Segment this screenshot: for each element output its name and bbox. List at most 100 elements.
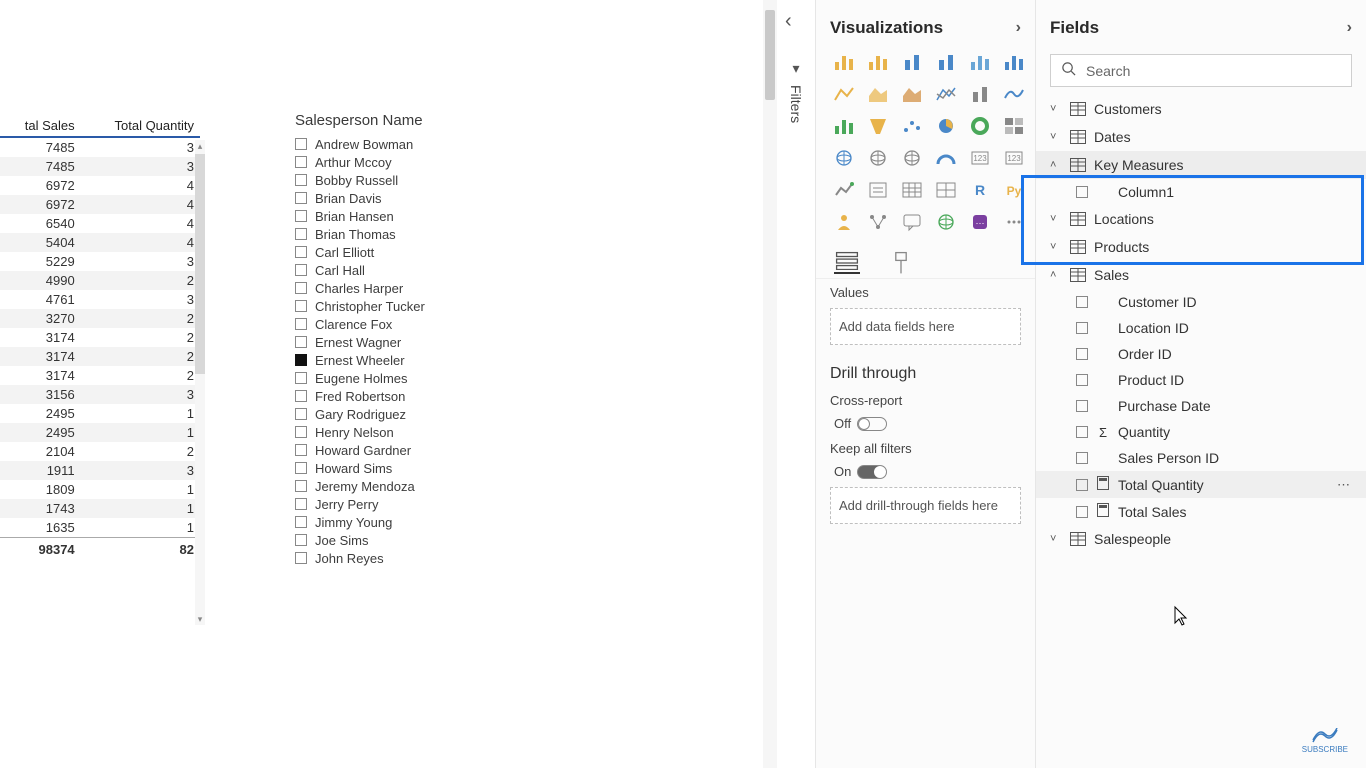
viz-waterfall-icon[interactable] xyxy=(830,114,858,138)
slicer-item[interactable]: Jimmy Young xyxy=(295,513,475,531)
slicer-item[interactable]: Ernest Wagner xyxy=(295,333,475,351)
table-row[interactable]: 47613 xyxy=(0,290,200,309)
field-more-icon[interactable]: ⋯ xyxy=(1337,477,1350,493)
filters-collapse-chevron-icon[interactable]: ‹ xyxy=(785,10,792,33)
slicer-checkbox[interactable] xyxy=(295,354,307,366)
field-table-key-measures[interactable]: ˄Key Measures xyxy=(1036,151,1366,179)
slicer-checkbox[interactable] xyxy=(295,444,307,456)
slicer-item[interactable]: Eugene Holmes xyxy=(295,369,475,387)
slicer-item[interactable]: Howard Gardner xyxy=(295,441,475,459)
viz-line-icon[interactable] xyxy=(830,82,858,106)
table-row[interactable]: 16351 xyxy=(0,518,200,538)
slicer-item[interactable]: Andrew Bowman xyxy=(295,135,475,153)
field-checkbox[interactable] xyxy=(1076,506,1088,518)
viz-donut-icon[interactable] xyxy=(966,114,994,138)
table-scrollbar[interactable]: ▴ ▾ xyxy=(195,140,205,625)
slicer-item[interactable]: Gary Rodriguez xyxy=(295,405,475,423)
chevron-down-icon[interactable]: ˅ xyxy=(1050,241,1062,253)
chevron-up-icon[interactable]: ˄ xyxy=(1050,269,1062,281)
slicer-item[interactable]: Brian Hansen xyxy=(295,207,475,225)
slicer-item[interactable]: Jerry Perry xyxy=(295,495,475,513)
field-item[interactable]: Sales Person ID xyxy=(1036,445,1366,471)
slicer-item[interactable]: Arthur Mccoy xyxy=(295,153,475,171)
viz-ellipsis-icon[interactable] xyxy=(1000,210,1028,234)
slicer-checkbox[interactable] xyxy=(295,192,307,204)
scroll-thumb[interactable] xyxy=(195,154,205,374)
table-row[interactable]: 49902 xyxy=(0,271,200,290)
field-table-sales[interactable]: ˄Sales xyxy=(1036,261,1366,289)
canvas-scrollbar[interactable] xyxy=(763,0,777,768)
table-row[interactable]: 24951 xyxy=(0,423,200,442)
chevron-up-icon[interactable]: ˄ xyxy=(1050,159,1062,171)
viz-clustered-col-icon[interactable] xyxy=(898,50,926,74)
viz-bars-100-icon[interactable] xyxy=(1000,50,1028,74)
table-row[interactable]: 74853 xyxy=(0,137,200,157)
field-table-dates[interactable]: ˅Dates xyxy=(1036,123,1366,151)
slicer-checkbox[interactable] xyxy=(295,372,307,384)
table-row[interactable]: 54044 xyxy=(0,233,200,252)
slicer-checkbox[interactable] xyxy=(295,534,307,546)
keep-filters-toggle[interactable] xyxy=(857,465,887,479)
table-row[interactable]: 69724 xyxy=(0,176,200,195)
slicer-item[interactable]: Christopher Tucker xyxy=(295,297,475,315)
table-row[interactable]: 31742 xyxy=(0,347,200,366)
slicer-item[interactable]: Jeremy Mendoza xyxy=(295,477,475,495)
field-table-customers[interactable]: ˅Customers xyxy=(1036,95,1366,123)
cross-report-toggle[interactable] xyxy=(857,417,887,431)
table-row[interactable]: 31563 xyxy=(0,385,200,404)
field-checkbox[interactable] xyxy=(1076,452,1088,464)
slicer-checkbox[interactable] xyxy=(295,408,307,420)
format-subtab-icon[interactable] xyxy=(888,252,914,274)
slicer-item[interactable]: Charles Harper xyxy=(295,279,475,297)
filters-pane-collapsed[interactable]: ▾ Filters xyxy=(782,60,810,200)
field-checkbox[interactable] xyxy=(1076,374,1088,386)
viz-key-infl-icon[interactable] xyxy=(830,210,858,234)
viz-stacked-bar-h-icon[interactable] xyxy=(864,50,892,74)
field-item[interactable]: Product ID xyxy=(1036,367,1366,393)
viz-stacked-bar-icon[interactable] xyxy=(830,50,858,74)
viz-kpi-icon[interactable] xyxy=(830,178,858,202)
viz-multi-card-icon[interactable]: 123 xyxy=(1000,146,1028,170)
field-checkbox[interactable] xyxy=(1076,348,1088,360)
viz-area-icon[interactable] xyxy=(864,82,892,106)
slicer-item[interactable]: Clarence Fox xyxy=(295,315,475,333)
field-checkbox[interactable] xyxy=(1076,186,1088,198)
table-header-sales[interactable]: tal Sales xyxy=(0,115,81,137)
viz-r-visual-icon[interactable]: R xyxy=(966,178,994,202)
table-row[interactable]: 74853 xyxy=(0,157,200,176)
slicer-checkbox[interactable] xyxy=(295,462,307,474)
field-checkbox[interactable] xyxy=(1076,322,1088,334)
viz-combo-icon[interactable] xyxy=(966,82,994,106)
fields-subtab-icon[interactable] xyxy=(834,252,860,274)
chevron-down-icon[interactable]: ˅ xyxy=(1050,533,1062,545)
table-row[interactable]: 17431 xyxy=(0,499,200,518)
slicer-item[interactable]: Brian Davis xyxy=(295,189,475,207)
slicer-item[interactable]: Joe Sims xyxy=(295,531,475,549)
viz-pie-icon[interactable] xyxy=(932,114,960,138)
table-row[interactable]: 21042 xyxy=(0,442,200,461)
slicer-checkbox[interactable] xyxy=(295,210,307,222)
table-row[interactable]: 31742 xyxy=(0,366,200,385)
table-row[interactable]: 65404 xyxy=(0,214,200,233)
viz-area-stack-icon[interactable] xyxy=(898,82,926,106)
slicer-item[interactable]: Carl Hall xyxy=(295,261,475,279)
field-checkbox[interactable] xyxy=(1076,296,1088,308)
table-row[interactable]: 24951 xyxy=(0,404,200,423)
field-item[interactable]: Column1 xyxy=(1036,179,1366,205)
slicer-checkbox[interactable] xyxy=(295,498,307,510)
slicer-checkbox[interactable] xyxy=(295,246,307,258)
table-header-quantity[interactable]: Total Quantity xyxy=(81,115,200,137)
viz-gauge-icon[interactable] xyxy=(932,146,960,170)
field-item[interactable]: Total Sales xyxy=(1036,498,1366,525)
field-item[interactable]: ΣQuantity xyxy=(1036,419,1366,445)
slicer-visual[interactable]: Salesperson Name Andrew BowmanArthur Mcc… xyxy=(295,112,475,567)
viz-decomp-icon[interactable] xyxy=(864,210,892,234)
viz-matrix-icon[interactable] xyxy=(932,178,960,202)
table-row[interactable]: 19113 xyxy=(0,461,200,480)
table-row[interactable]: 18091 xyxy=(0,480,200,499)
viz-clustered-col2-icon[interactable] xyxy=(932,50,960,74)
slicer-checkbox[interactable] xyxy=(295,300,307,312)
table-row[interactable]: 52293 xyxy=(0,252,200,271)
slicer-checkbox[interactable] xyxy=(295,336,307,348)
field-checkbox[interactable] xyxy=(1076,426,1088,438)
